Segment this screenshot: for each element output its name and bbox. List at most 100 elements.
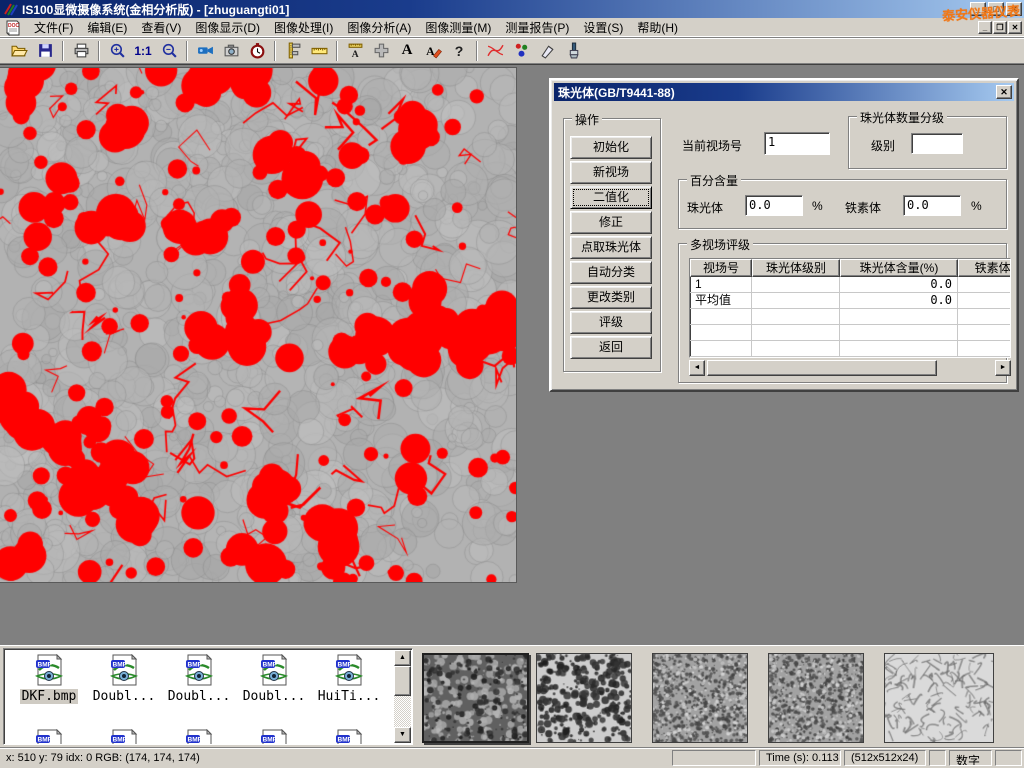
menu-edit[interactable]: 编辑(E) bbox=[80, 17, 134, 38]
svg-text:BMP: BMP bbox=[338, 662, 353, 669]
table-row[interactable]: 平均值 0.0 bbox=[690, 293, 1011, 309]
status-panel-empty bbox=[672, 750, 756, 766]
actual-size-icon[interactable]: 1:1 bbox=[131, 40, 155, 62]
bmp-file-icon: BMP bbox=[258, 729, 290, 745]
file-browser[interactable]: BMP DKF.bmp BMP Doubl... BMP Doubl... BM… bbox=[3, 648, 413, 745]
file-item[interactable]: BMP bbox=[239, 729, 309, 745]
rate-button[interactable]: 评级 bbox=[570, 311, 652, 334]
maximize-button[interactable]: □ bbox=[988, 2, 1004, 16]
grade-input[interactable] bbox=[911, 133, 963, 154]
pick-pearlite-button[interactable]: 点取珠光体 bbox=[570, 236, 652, 259]
pen-icon[interactable] bbox=[535, 40, 559, 62]
menu-help[interactable]: 帮助(H) bbox=[630, 17, 685, 38]
table-h-scrollbar[interactable] bbox=[689, 360, 1011, 376]
toolbar-separator bbox=[274, 41, 276, 61]
multi-group-title: 多视场评级 bbox=[687, 236, 753, 253]
timer-icon[interactable] bbox=[245, 40, 269, 62]
menu-image-analysis[interactable]: 图像分析(A) bbox=[340, 17, 418, 38]
video-camera-icon[interactable] bbox=[193, 40, 217, 62]
bottom-panel: BMP DKF.bmp BMP Doubl... BMP Doubl... BM… bbox=[0, 645, 1024, 747]
thumbnail-5[interactable] bbox=[884, 653, 994, 743]
percent-group-title: 百分含量 bbox=[687, 172, 741, 189]
scroll-down-icon[interactable] bbox=[394, 727, 411, 743]
still-camera-icon[interactable] bbox=[219, 40, 243, 62]
file-item[interactable]: BMP DKF.bmp bbox=[14, 654, 84, 704]
calibration-curve-icon[interactable] bbox=[483, 40, 507, 62]
file-name[interactable]: Doubl... bbox=[166, 689, 233, 704]
change-class-button[interactable]: 更改类别 bbox=[570, 286, 652, 309]
rating-table-header: 视场号 珠光体级别 珠光体含量(%) 铁素体含量(%) bbox=[690, 259, 1011, 277]
file-name[interactable]: Doubl... bbox=[241, 689, 308, 704]
zoom-out-icon[interactable] bbox=[157, 40, 181, 62]
table-row[interactable]: 1 0.0 bbox=[690, 277, 1011, 293]
file-item[interactable]: BMP bbox=[14, 729, 84, 745]
menu-view[interactable]: 查看(V) bbox=[134, 17, 188, 38]
menu-settings[interactable]: 设置(S) bbox=[576, 17, 630, 38]
percent-groupbox: 百分含量 珠光体 0.0 % 铁素体 0.0 % bbox=[678, 179, 1007, 229]
document-icon[interactable]: DOC bbox=[5, 20, 21, 36]
correct-button[interactable]: 修正 bbox=[570, 211, 652, 234]
file-item[interactable]: BMP bbox=[164, 729, 234, 745]
file-item[interactable]: BMP Doubl... bbox=[89, 654, 159, 704]
file-name[interactable]: HuiTi... bbox=[316, 689, 383, 704]
table-row-empty bbox=[690, 325, 1011, 341]
scroll-right-icon[interactable] bbox=[995, 360, 1011, 376]
grid-tool-icon[interactable] bbox=[369, 40, 393, 62]
current-field-input[interactable]: 1 bbox=[764, 132, 830, 155]
menu-file[interactable]: 文件(F) bbox=[27, 17, 80, 38]
mdi-close-button[interactable]: ✕ bbox=[1008, 21, 1022, 34]
open-icon[interactable] bbox=[7, 40, 31, 62]
mdi-restore-button[interactable]: ❐ bbox=[993, 21, 1007, 34]
pearlite-percent-input[interactable]: 0.0 bbox=[745, 195, 803, 216]
text-icon[interactable]: A bbox=[395, 40, 419, 62]
brush-icon[interactable] bbox=[561, 40, 585, 62]
file-item[interactable]: BMP Doubl... bbox=[164, 654, 234, 704]
metallographic-image[interactable] bbox=[0, 68, 516, 582]
help-icon[interactable]: ? bbox=[447, 40, 471, 62]
svg-text:BMP: BMP bbox=[38, 662, 53, 669]
scroll-left-icon[interactable] bbox=[689, 360, 705, 376]
zoom-in-icon[interactable] bbox=[105, 40, 129, 62]
init-button[interactable]: 初始化 bbox=[570, 136, 652, 159]
count-points-icon[interactable] bbox=[509, 40, 533, 62]
menu-image-display[interactable]: 图像显示(D) bbox=[188, 17, 267, 38]
toolbar-separator bbox=[186, 41, 188, 61]
ferrite-percent-input[interactable]: 0.0 bbox=[903, 195, 961, 216]
scroll-up-icon[interactable] bbox=[394, 650, 411, 666]
annotate-icon[interactable]: A bbox=[421, 40, 445, 62]
file-item[interactable]: BMP bbox=[314, 729, 384, 745]
return-button[interactable]: 返回 bbox=[570, 336, 652, 359]
measure-text-icon[interactable]: A bbox=[343, 40, 367, 62]
caliper-icon[interactable] bbox=[281, 40, 305, 62]
file-v-scrollbar[interactable] bbox=[394, 650, 411, 743]
save-icon[interactable] bbox=[33, 40, 57, 62]
close-button[interactable]: ✕ bbox=[1006, 2, 1022, 16]
auto-classify-button[interactable]: 自动分类 bbox=[570, 261, 652, 284]
menu-image-process[interactable]: 图像处理(I) bbox=[267, 17, 340, 38]
scroll-thumb[interactable] bbox=[707, 360, 937, 376]
file-name[interactable]: DKF.bmp bbox=[20, 689, 79, 704]
menu-image-measure[interactable]: 图像测量(M) bbox=[418, 17, 498, 38]
thumbnail-1[interactable] bbox=[422, 653, 529, 743]
rating-table[interactable]: 视场号 珠光体级别 珠光体含量(%) 铁素体含量(%) 1 0.0 平均值 bbox=[689, 258, 1011, 358]
status-panel-empty bbox=[929, 750, 946, 766]
scroll-thumb[interactable] bbox=[394, 666, 411, 696]
menu-measure-report[interactable]: 测量报告(P) bbox=[498, 17, 576, 38]
print-icon[interactable] bbox=[69, 40, 93, 62]
thumbnail-2[interactable] bbox=[536, 653, 632, 743]
bmp-file-icon: BMP bbox=[108, 729, 140, 745]
mdi-minimize-button[interactable]: _ bbox=[978, 21, 992, 34]
new-field-button[interactable]: 新视场 bbox=[570, 161, 652, 184]
binarize-button[interactable]: 二值化 bbox=[570, 186, 652, 209]
thumbnail-3[interactable] bbox=[652, 653, 748, 743]
file-name[interactable]: Doubl... bbox=[91, 689, 158, 704]
minimize-button[interactable]: _ bbox=[970, 2, 986, 16]
dialog-close-icon[interactable]: ✕ bbox=[996, 85, 1012, 99]
file-item[interactable]: BMP Doubl... bbox=[239, 654, 309, 704]
dialog-title-bar[interactable]: 珠光体(GB/T9441-88) bbox=[554, 83, 1014, 101]
svg-text:BMP: BMP bbox=[338, 737, 353, 744]
ruler-icon[interactable] bbox=[307, 40, 331, 62]
file-item[interactable]: BMP bbox=[89, 729, 159, 745]
file-item[interactable]: BMP HuiTi... bbox=[314, 654, 384, 704]
thumbnail-4[interactable] bbox=[768, 653, 864, 743]
